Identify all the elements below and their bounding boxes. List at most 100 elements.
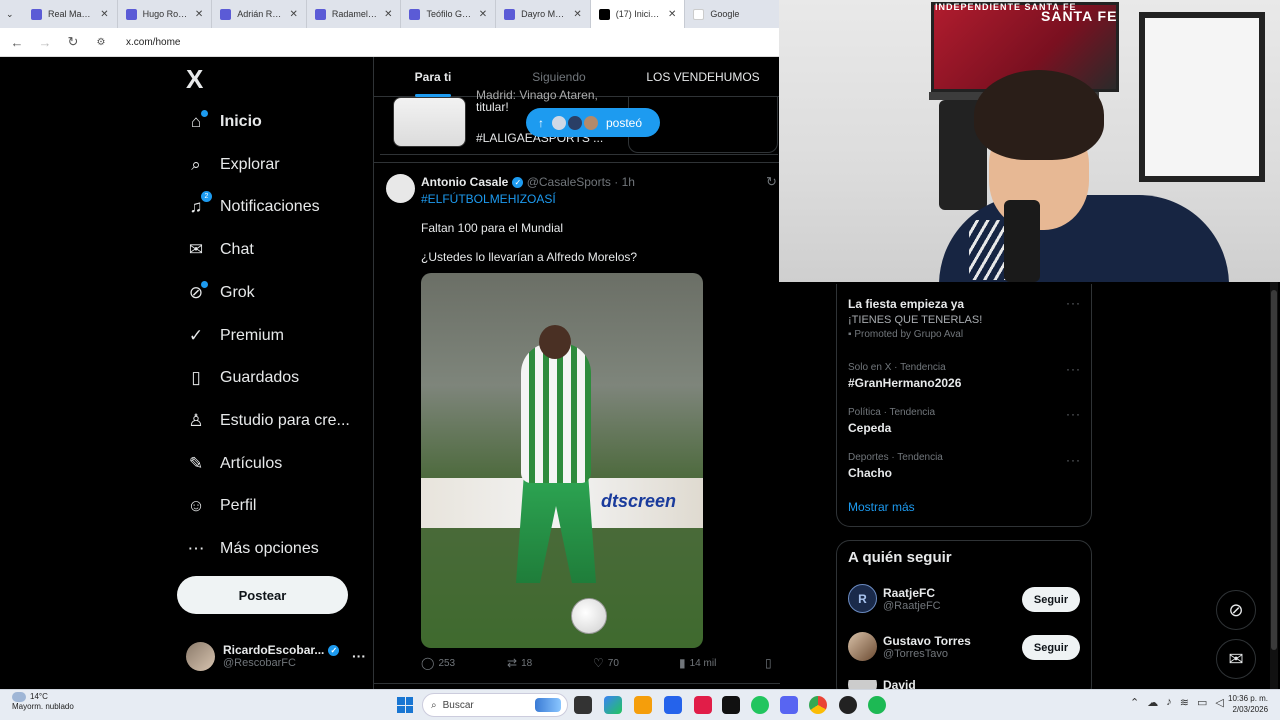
- store-icon[interactable]: [664, 696, 682, 714]
- weather-widget[interactable]: 14°C Mayorm. nublado: [12, 692, 74, 712]
- nav-item-grok[interactable]: ⊘ Grok: [186, 278, 255, 308]
- repost-button[interactable]: ⇄ 18: [507, 656, 532, 670]
- spotify-icon[interactable]: [868, 696, 886, 714]
- close-icon[interactable]: ✕: [195, 9, 203, 20]
- messages-float-button[interactable]: ✉: [1216, 639, 1256, 679]
- post-button[interactable]: Postear: [177, 576, 348, 614]
- url-field[interactable]: x.com/home: [126, 37, 180, 48]
- search-highlight-icon: [535, 698, 561, 712]
- tab-list-button[interactable]: ⌄: [0, 0, 23, 28]
- avatar[interactable]: [386, 174, 415, 203]
- like-button[interactable]: ♡ 70: [593, 656, 619, 670]
- tweet-text: ¿Ustedes lo llevarían a Alfredo Morelos?: [421, 250, 638, 264]
- follow-user-info: RaatjeFC @RaatjeFC: [883, 586, 941, 612]
- tweet-author-handle[interactable]: @CasaleSports: [527, 175, 611, 189]
- person-hair: [974, 70, 1104, 160]
- grok-icon[interactable]: ↻: [766, 174, 777, 190]
- nav-label: Grok: [220, 284, 255, 301]
- whatsapp-icon[interactable]: [751, 696, 769, 714]
- nav-item-mas-opciones[interactable]: ⋯ Más opciones: [186, 534, 319, 564]
- show-more-link[interactable]: Mostrar más: [848, 500, 915, 514]
- app-icon[interactable]: [694, 696, 712, 714]
- tab-los-vendehumos[interactable]: LOS VENDEHUMOS: [626, 70, 780, 84]
- follow-suggestion[interactable]: R RaatjeFC @RaatjeFC: [848, 584, 941, 613]
- start-button[interactable]: [397, 697, 413, 713]
- close-icon[interactable]: ✕: [479, 9, 487, 20]
- forward-icon[interactable]: →: [36, 35, 54, 50]
- clock[interactable]: 10:36 p. m. 2/03/2026: [1228, 693, 1268, 715]
- tab-para-ti[interactable]: Para ti: [374, 70, 492, 84]
- grok-float-button[interactable]: ⊘: [1216, 590, 1256, 630]
- system-tray[interactable]: ⌃ ☁ ♪ ≋ ▭ ◁: [1130, 696, 1224, 709]
- studio-icon: ♙: [188, 411, 204, 430]
- more-icon[interactable]: ···: [1066, 362, 1081, 376]
- search-icon: ⌕: [191, 155, 201, 174]
- more-icon[interactable]: ···: [1066, 407, 1081, 421]
- person-icon: ☺: [187, 496, 205, 515]
- chrome-icon[interactable]: [809, 696, 827, 714]
- follow-button[interactable]: Seguir: [1022, 587, 1080, 612]
- nav-item-articulos[interactable]: ✎ Artículos: [186, 449, 282, 479]
- browser-tab[interactable]: Teófilo Gutiérr...✕: [401, 0, 497, 28]
- close-icon[interactable]: ✕: [573, 9, 581, 20]
- obs-icon[interactable]: [839, 696, 857, 714]
- browser-tab[interactable]: Radamel Falca...✕: [307, 0, 402, 28]
- trend-item[interactable]: Deportes · Tendencia Chacho: [848, 452, 943, 480]
- reload-icon[interactable]: ↻: [64, 34, 82, 50]
- tweet-author-name[interactable]: Antonio Casale: [421, 175, 508, 189]
- reply-button[interactable]: ◯ 253: [421, 656, 455, 670]
- nav-item-premium[interactable]: ✓ Premium: [186, 321, 284, 351]
- more-icon[interactable]: ···: [1066, 453, 1081, 467]
- follow-suggestion[interactable]: Gustavo Torres @TorresTavo: [848, 632, 971, 661]
- site-info-icon[interactable]: ⚙: [92, 37, 110, 48]
- nav-item-perfil[interactable]: ☺ Perfil: [186, 491, 256, 521]
- widgets-icon[interactable]: [604, 696, 622, 714]
- scrollbar-thumb[interactable]: [1271, 290, 1277, 650]
- follow-suggestion[interactable]: David: [848, 680, 916, 689]
- follow-name: David: [883, 680, 916, 689]
- discord-icon[interactable]: [780, 696, 798, 714]
- tab-siguiendo[interactable]: Siguiendo: [492, 70, 626, 84]
- new-posts-pill[interactable]: ↑ posteó: [526, 108, 660, 137]
- views-button[interactable]: ▮ 14 mil: [679, 656, 716, 670]
- browser-tab[interactable]: Hugo Rodalleg...✕: [118, 0, 213, 28]
- file-explorer-icon[interactable]: [634, 696, 652, 714]
- nav-item-guardados[interactable]: ▯ Guardados: [186, 363, 299, 393]
- trend-item[interactable]: Política · Tendencia Cepeda: [848, 407, 935, 435]
- tweet-time[interactable]: · 1h: [614, 175, 635, 189]
- task-view-icon[interactable]: [574, 696, 592, 714]
- bookmark-button[interactable]: ▯: [765, 656, 772, 670]
- post-thumbnail[interactable]: [393, 97, 466, 147]
- close-icon[interactable]: ✕: [668, 9, 676, 20]
- browser-tab[interactable]: Real Madrid fr...✕: [23, 0, 118, 28]
- nav-item-notificaciones[interactable]: ♫ 2 Notificaciones: [186, 191, 320, 222]
- trend-item[interactable]: Solo en X · Tendencia #GranHermano2026: [848, 362, 961, 390]
- reply-count: 253: [438, 657, 456, 669]
- nav-item-explorar[interactable]: ⌕ Explorar: [186, 150, 279, 180]
- trend-title: Chacho: [848, 466, 893, 480]
- browser-tab[interactable]: Adrián Ramos ...✕: [212, 0, 307, 28]
- close-icon[interactable]: ✕: [100, 9, 108, 20]
- nav-item-chat[interactable]: ✉ Chat: [186, 235, 254, 265]
- more-icon[interactable]: ···: [352, 648, 366, 664]
- volume-icon: ◁: [1215, 697, 1224, 709]
- more-icon[interactable]: ···: [1066, 296, 1081, 310]
- close-icon[interactable]: ✕: [289, 9, 297, 20]
- back-icon[interactable]: ←: [8, 35, 26, 50]
- promoted-trend[interactable]: La fiesta empieza ya ¡TIENES QUE TENERLA…: [848, 297, 982, 340]
- nav-item-inicio[interactable]: ⌂ Inicio: [186, 107, 262, 137]
- taskbar-search[interactable]: ⌕ Buscar: [422, 693, 568, 717]
- browser-tab[interactable]: Google: [685, 0, 780, 28]
- nav-item-estudio[interactable]: ♙ Estudio para cre...: [186, 406, 349, 436]
- browser-tab[interactable]: Dayro Moreno...✕: [496, 0, 591, 28]
- tiktok-icon[interactable]: [722, 696, 740, 714]
- browser-tab-active[interactable]: (17) Inicio / X✕: [590, 0, 686, 28]
- follow-button[interactable]: Seguir: [1022, 635, 1080, 660]
- notification-badge: 2: [201, 191, 212, 202]
- nav-label: Chat: [220, 241, 254, 258]
- tweet-hashtag[interactable]: #ELFÚTBOLMEHIZOASÍ: [421, 192, 556, 206]
- tweet-media-image[interactable]: dtscreen: [421, 273, 703, 648]
- x-logo-icon[interactable]: X: [186, 66, 208, 92]
- account-switcher[interactable]: RicardoEscobar... ✓ @RescobarFC ···: [186, 639, 366, 673]
- close-icon[interactable]: ✕: [384, 9, 392, 20]
